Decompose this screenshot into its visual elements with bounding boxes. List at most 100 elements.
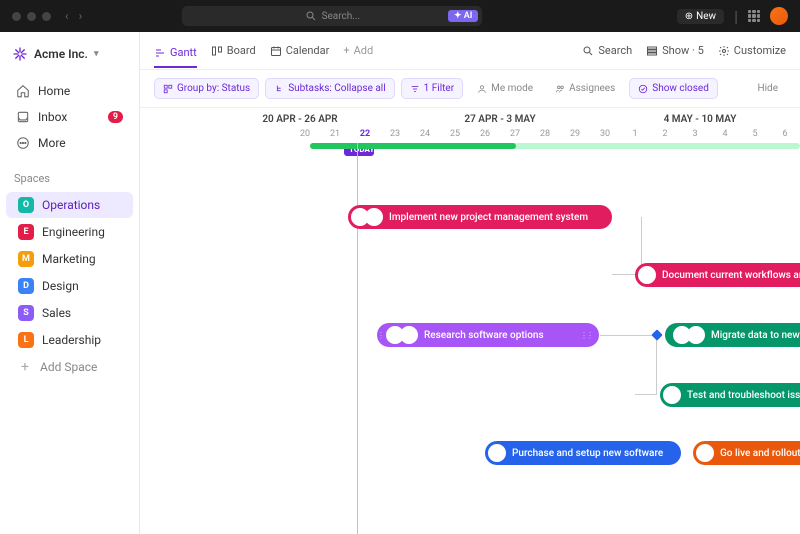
apps-icon[interactable] [748, 10, 760, 22]
day-label: 20 [290, 129, 320, 139]
day-label: 6 [770, 129, 800, 139]
overall-progress [310, 143, 800, 149]
chip-me-mode[interactable]: Me mode [469, 79, 541, 98]
board-icon [211, 45, 223, 57]
chevron-down-icon: ▾ [94, 49, 99, 59]
assignee-avatar[interactable] [696, 444, 714, 462]
chip-subtasks[interactable]: Subtasks: Collapse all [265, 78, 394, 99]
day-label: 25 [440, 129, 470, 139]
space-marketing[interactable]: MMarketing [6, 246, 133, 272]
new-button[interactable]: ⊕ New [677, 9, 724, 24]
gantt-task[interactable]: Purchase and setup new software [485, 441, 681, 465]
group-icon [163, 84, 173, 94]
space-sales[interactable]: SSales [6, 300, 133, 326]
minimize-icon[interactable] [27, 12, 36, 21]
space-design[interactable]: DDesign [6, 273, 133, 299]
gantt-task[interactable]: Implement new project management system [348, 205, 612, 229]
forward-icon[interactable]: › [79, 9, 83, 23]
week-label: 4 MAY - 10 MAY [600, 114, 800, 125]
nav-arrows: ‹ › [65, 9, 82, 23]
plus-icon: + [343, 44, 349, 57]
week-label: 20 APR - 26 APR [200, 114, 400, 125]
traffic-lights [12, 12, 51, 21]
day-label: 21 [320, 129, 350, 139]
home-icon [16, 84, 30, 98]
ai-badge[interactable]: ✦ AI [448, 10, 478, 22]
toolbar-search[interactable]: Search [582, 40, 632, 61]
day-label: 22 [350, 129, 380, 139]
assignee-avatar[interactable] [687, 326, 705, 344]
toolbar-customize[interactable]: Customize [718, 40, 786, 61]
space-operations[interactable]: OOperations [6, 192, 133, 218]
today-line [357, 143, 358, 534]
space-badge: O [18, 197, 34, 213]
more-icon [16, 136, 30, 150]
day-label: 2 [650, 129, 680, 139]
task-label: Document current workflows and processes [662, 270, 800, 281]
global-search[interactable]: Search... ✦ AI [182, 6, 482, 26]
view-board[interactable]: Board [211, 40, 256, 61]
week-headers: 20 APR - 26 APR27 APR - 3 MAY4 MAY - 10 … [140, 108, 800, 127]
day-label: 27 [500, 129, 530, 139]
task-label: Test and troubleshoot issues [687, 390, 800, 401]
chip-assignees[interactable]: Assignees [547, 79, 623, 98]
space-badge: D [18, 278, 34, 294]
assignee-avatar[interactable] [638, 266, 656, 284]
user-avatar[interactable] [770, 7, 788, 25]
add-space-button[interactable]: + Add Space [6, 355, 133, 379]
day-label: 5 [740, 129, 770, 139]
toolbar-show[interactable]: Show · 5 [646, 40, 704, 61]
view-gantt[interactable]: Gantt [154, 42, 197, 68]
gantt-icon [154, 47, 166, 59]
day-label: 24 [410, 129, 440, 139]
check-icon [638, 84, 648, 94]
day-label: 23 [380, 129, 410, 139]
assignee-avatar[interactable] [663, 386, 681, 404]
space-engineering[interactable]: EEngineering [6, 219, 133, 245]
day-label: 4 [710, 129, 740, 139]
task-label: Go live and rollout to organization [720, 448, 800, 459]
gantt-task[interactable]: Test and troubleshoot issues [660, 383, 800, 407]
inbox-badge: 9 [108, 111, 123, 123]
chip-hide[interactable]: Hide [749, 79, 786, 98]
nav-more[interactable]: More [8, 130, 131, 156]
gear-icon [718, 45, 730, 57]
space-leadership[interactable]: LLeadership [6, 327, 133, 353]
gantt-chart[interactable]: Implement new project management system D… [140, 143, 800, 534]
add-view[interactable]: + Add [343, 40, 373, 61]
nav-inbox[interactable]: Inbox 9 [8, 104, 131, 130]
space-badge: S [18, 305, 34, 321]
day-label: 1 [620, 129, 650, 139]
close-icon[interactable] [12, 12, 21, 21]
assignee-avatar[interactable] [488, 444, 506, 462]
gantt-task[interactable]: Document current workflows and processes [635, 263, 800, 287]
connector [635, 335, 657, 395]
assignee-avatar[interactable] [400, 326, 418, 344]
view-calendar[interactable]: Calendar [270, 40, 330, 61]
workspace-switcher[interactable]: Acme Inc. ▾ [0, 42, 139, 74]
search-icon [305, 10, 317, 22]
task-label: Purchase and setup new software [512, 448, 663, 459]
back-icon[interactable]: ‹ [65, 9, 69, 23]
inbox-icon [16, 110, 30, 124]
show-icon [646, 45, 658, 57]
maximize-icon[interactable] [42, 12, 51, 21]
chip-group-by[interactable]: Group by: Status [154, 78, 259, 99]
day-label: 3 [680, 129, 710, 139]
chip-filter[interactable]: 1 Filter [401, 78, 463, 99]
space-badge: E [18, 224, 34, 240]
view-toolbar: Gantt Board Calendar + Add Search Show [140, 32, 800, 70]
day-label: 30 [590, 129, 620, 139]
search-placeholder: Search... [322, 11, 361, 22]
gantt-task[interactable]: Go live and rollout to organization [693, 441, 800, 465]
gantt-task[interactable]: Migrate data to new system [665, 323, 800, 347]
day-label: 28 [530, 129, 560, 139]
nav-home[interactable]: Home [8, 78, 131, 104]
calendar-icon [270, 45, 282, 57]
drag-handle-icon[interactable]: ⋮⋮ [583, 323, 589, 347]
people-icon [555, 84, 565, 94]
filter-bar: Group by: Status Subtasks: Collapse all … [140, 70, 800, 108]
chip-show-closed[interactable]: Show closed [629, 78, 718, 99]
gantt-task[interactable]: ⋮⋮Research software options⋮⋮ [377, 323, 599, 347]
assignee-avatar[interactable] [365, 208, 383, 226]
